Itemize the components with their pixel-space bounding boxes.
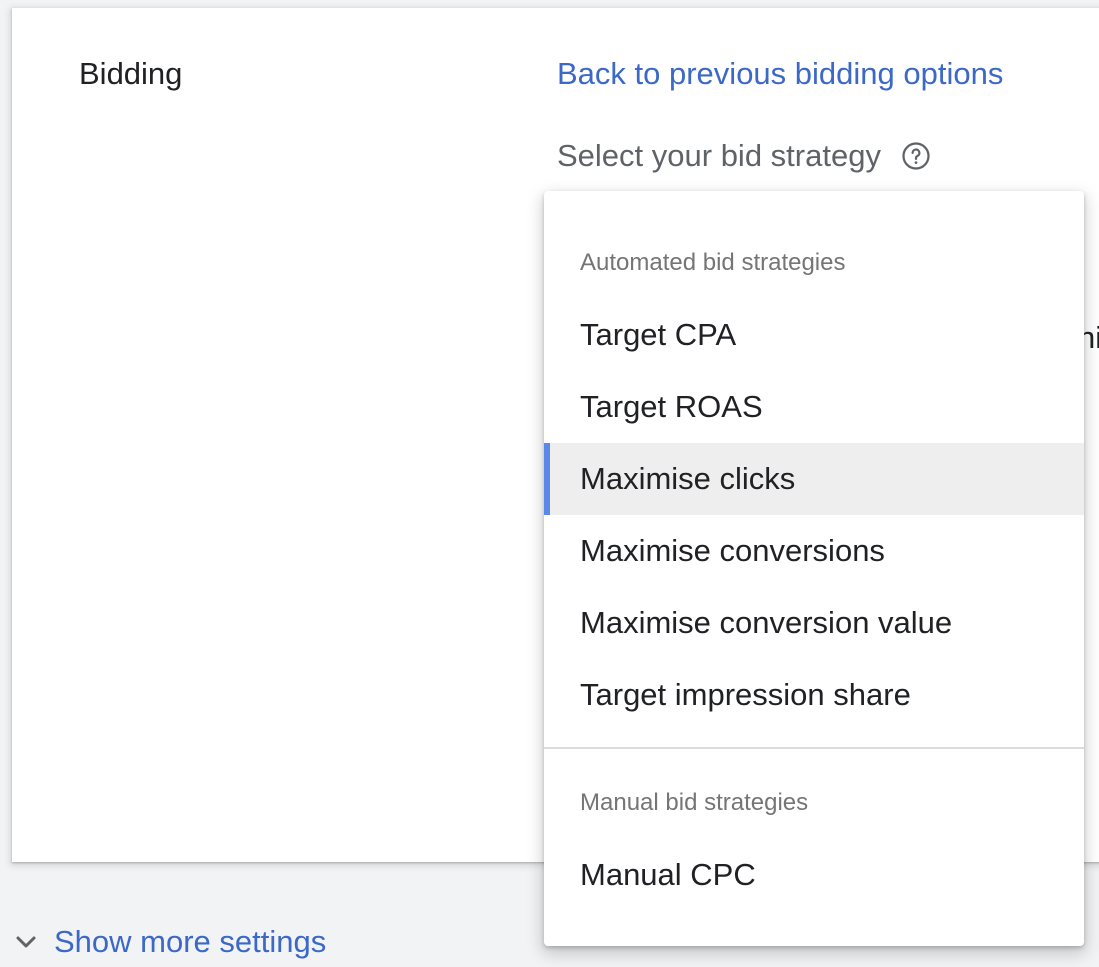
menu-item-manual-cpc[interactable]: Manual CPC: [544, 839, 1084, 911]
bid-strategy-dropdown[interactable]: Automated bid strategies Target CPA Targ…: [544, 191, 1084, 946]
menu-item-target-impression-share[interactable]: Target impression share: [544, 659, 1084, 731]
chevron-down-icon: [12, 928, 40, 956]
show-more-settings-label[interactable]: Show more settings: [54, 924, 326, 960]
menu-item-maximise-conversion-value[interactable]: Maximise conversion value: [544, 587, 1084, 659]
menu-item-maximise-conversions[interactable]: Maximise conversions: [544, 515, 1084, 587]
menu-item-target-cpa[interactable]: Target CPA: [544, 299, 1084, 371]
group-divider: [544, 747, 1084, 749]
section-title: Bidding: [79, 56, 183, 91]
group-label-manual: Manual bid strategies: [580, 789, 809, 816]
show-more-settings-toggle[interactable]: Show more settings: [12, 924, 326, 960]
help-circle-icon[interactable]: [901, 141, 931, 171]
bid-strategy-label-text: Select your bid strategy: [557, 138, 881, 173]
menu-item-maximise-clicks[interactable]: Maximise clicks: [544, 443, 1084, 515]
group-label-automated: Automated bid strategies: [580, 249, 846, 276]
menu-item-target-roas[interactable]: Target ROAS: [544, 371, 1084, 443]
bid-strategy-label: Select your bid strategy: [557, 138, 931, 174]
back-to-previous-bidding-options-link[interactable]: Back to previous bidding options: [557, 56, 1003, 92]
